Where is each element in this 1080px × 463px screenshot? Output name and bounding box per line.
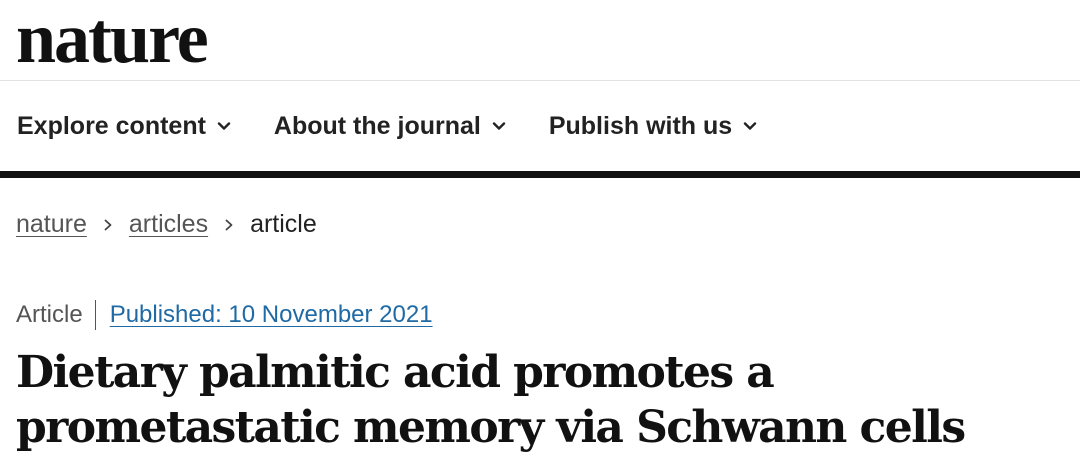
nature-logo[interactable]: nature <box>16 2 209 74</box>
chevron-down-icon <box>217 122 231 130</box>
breadcrumb: nature articles article <box>16 210 317 239</box>
chevron-down-icon <box>492 122 506 130</box>
nav-item-label: Explore content <box>17 111 206 140</box>
article-type-label: Article <box>16 300 96 330</box>
nav-about-the-journal[interactable]: About the journal <box>274 112 507 141</box>
nav-item-label: Publish with us <box>548 111 733 140</box>
nav-item-label: About the journal <box>273 111 481 140</box>
main-nav: Explore content About the journal Publis… <box>0 81 1080 178</box>
chevron-down-icon <box>743 122 757 130</box>
published-date-link[interactable]: Published: 10 November 2021 <box>110 301 433 329</box>
article-meta: Article Published: 10 November 2021 <box>16 300 433 330</box>
breadcrumb-current: article <box>250 210 317 238</box>
nav-explore-content[interactable]: Explore content <box>17 112 232 141</box>
breadcrumb-link-articles[interactable]: articles <box>129 210 208 239</box>
article-title: Dietary palmitic acid promotes a prometa… <box>16 347 966 453</box>
breadcrumb-link-nature[interactable]: nature <box>16 210 87 239</box>
site-header: nature <box>0 0 1080 81</box>
nav-publish-with-us[interactable]: Publish with us <box>549 112 758 141</box>
chevron-right-icon <box>225 219 233 230</box>
chevron-right-icon <box>104 219 112 230</box>
